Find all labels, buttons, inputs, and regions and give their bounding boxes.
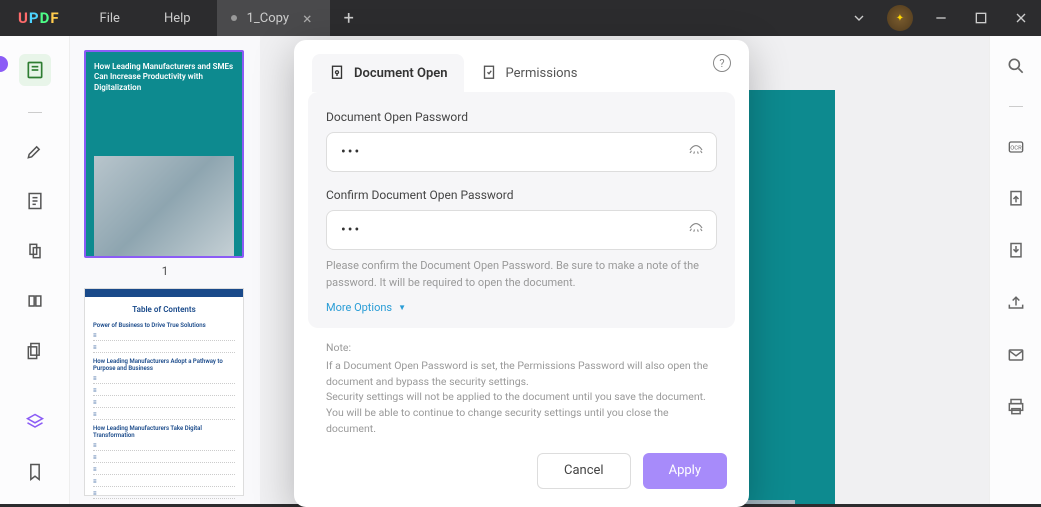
password-input[interactable] [326, 132, 717, 172]
crop-tool-icon[interactable] [23, 239, 47, 263]
minimize-button[interactable] [921, 0, 961, 36]
confirm-password-input[interactable] [326, 210, 717, 250]
thumbnail-panel: How Leading Manufacturers and SMEs Can I… [70, 36, 260, 504]
tab-title: 1_Copy [247, 11, 289, 26]
tab-permissions-label: Permissions [506, 66, 578, 81]
divider [1009, 106, 1023, 107]
bookmark-icon[interactable] [23, 460, 47, 484]
thumbnail-page-2[interactable]: Table of Contents Power of Business to D… [84, 288, 246, 496]
tab-modified-dot [231, 15, 237, 21]
svg-text:OCR: OCR [1010, 146, 1022, 152]
search-icon[interactable] [1004, 54, 1028, 78]
more-options-link[interactable]: More Options▼ [326, 301, 717, 314]
tab-document-open[interactable]: Document Open [312, 54, 464, 92]
copy-tool-icon[interactable] [23, 339, 47, 363]
password-label: Document Open Password [326, 110, 717, 124]
apply-button[interactable]: Apply [643, 453, 727, 489]
thumbnail-cover-image [94, 156, 234, 256]
divider [28, 112, 42, 113]
dialog-note: Note: If a Document Open Password is set… [294, 328, 749, 447]
ocr-icon[interactable]: OCR [1004, 135, 1028, 159]
close-window-button[interactable] [1001, 0, 1041, 36]
toggle-visibility-icon[interactable] [687, 219, 705, 241]
share-icon[interactable] [1004, 291, 1028, 315]
sidebar-right: OCR [989, 36, 1041, 504]
toggle-visibility-icon[interactable] [687, 141, 705, 163]
thumbnail-page-number: 1 [84, 264, 246, 278]
toc-title: Table of Contents [93, 305, 235, 314]
tab-close-button[interactable]: × [299, 9, 316, 28]
help-button[interactable]: ? [713, 54, 731, 72]
document-open-icon [328, 64, 346, 82]
highlighter-tool-icon[interactable] [23, 139, 47, 163]
thumbnail-cover-title: How Leading Manufacturers and SMEs Can I… [86, 52, 242, 103]
password-dialog: Document Open Permissions ? Document Ope… [294, 40, 749, 507]
award-badge-icon[interactable]: ✦ [887, 5, 913, 31]
print-icon[interactable] [1004, 395, 1028, 419]
thumbnail-page-1[interactable]: How Leading Manufacturers and SMEs Can I… [84, 50, 246, 278]
document-tab[interactable]: 1_Copy × [217, 0, 330, 36]
chevron-down-icon: ▼ [398, 303, 406, 312]
titlebar: UPDF File Help 1_Copy × + ✦ [0, 0, 1041, 36]
app-logo: UPDF [0, 9, 78, 27]
confirm-password-label: Confirm Document Open Password [326, 188, 717, 202]
new-tab-button[interactable]: + [330, 8, 368, 29]
maximize-button[interactable] [961, 0, 1001, 36]
import-page-icon[interactable] [1004, 239, 1028, 263]
dropdown-button[interactable] [839, 0, 879, 36]
page-tool-icon[interactable] [23, 189, 47, 213]
export-icon[interactable] [1004, 187, 1028, 211]
helper-text: Please confirm the Document Open Passwor… [326, 258, 717, 291]
menu-file[interactable]: File [78, 0, 142, 36]
cancel-button[interactable]: Cancel [537, 453, 631, 489]
thumbnails-panel-button[interactable] [19, 54, 51, 86]
email-icon[interactable] [1004, 343, 1028, 367]
sidebar-left [0, 36, 70, 504]
menu-help[interactable]: Help [142, 0, 213, 36]
tab-permissions[interactable]: Permissions [464, 54, 594, 92]
layers-icon[interactable] [23, 410, 47, 434]
organize-tool-icon[interactable] [23, 289, 47, 313]
tab-document-open-label: Document Open [354, 66, 448, 81]
permissions-icon [480, 64, 498, 82]
